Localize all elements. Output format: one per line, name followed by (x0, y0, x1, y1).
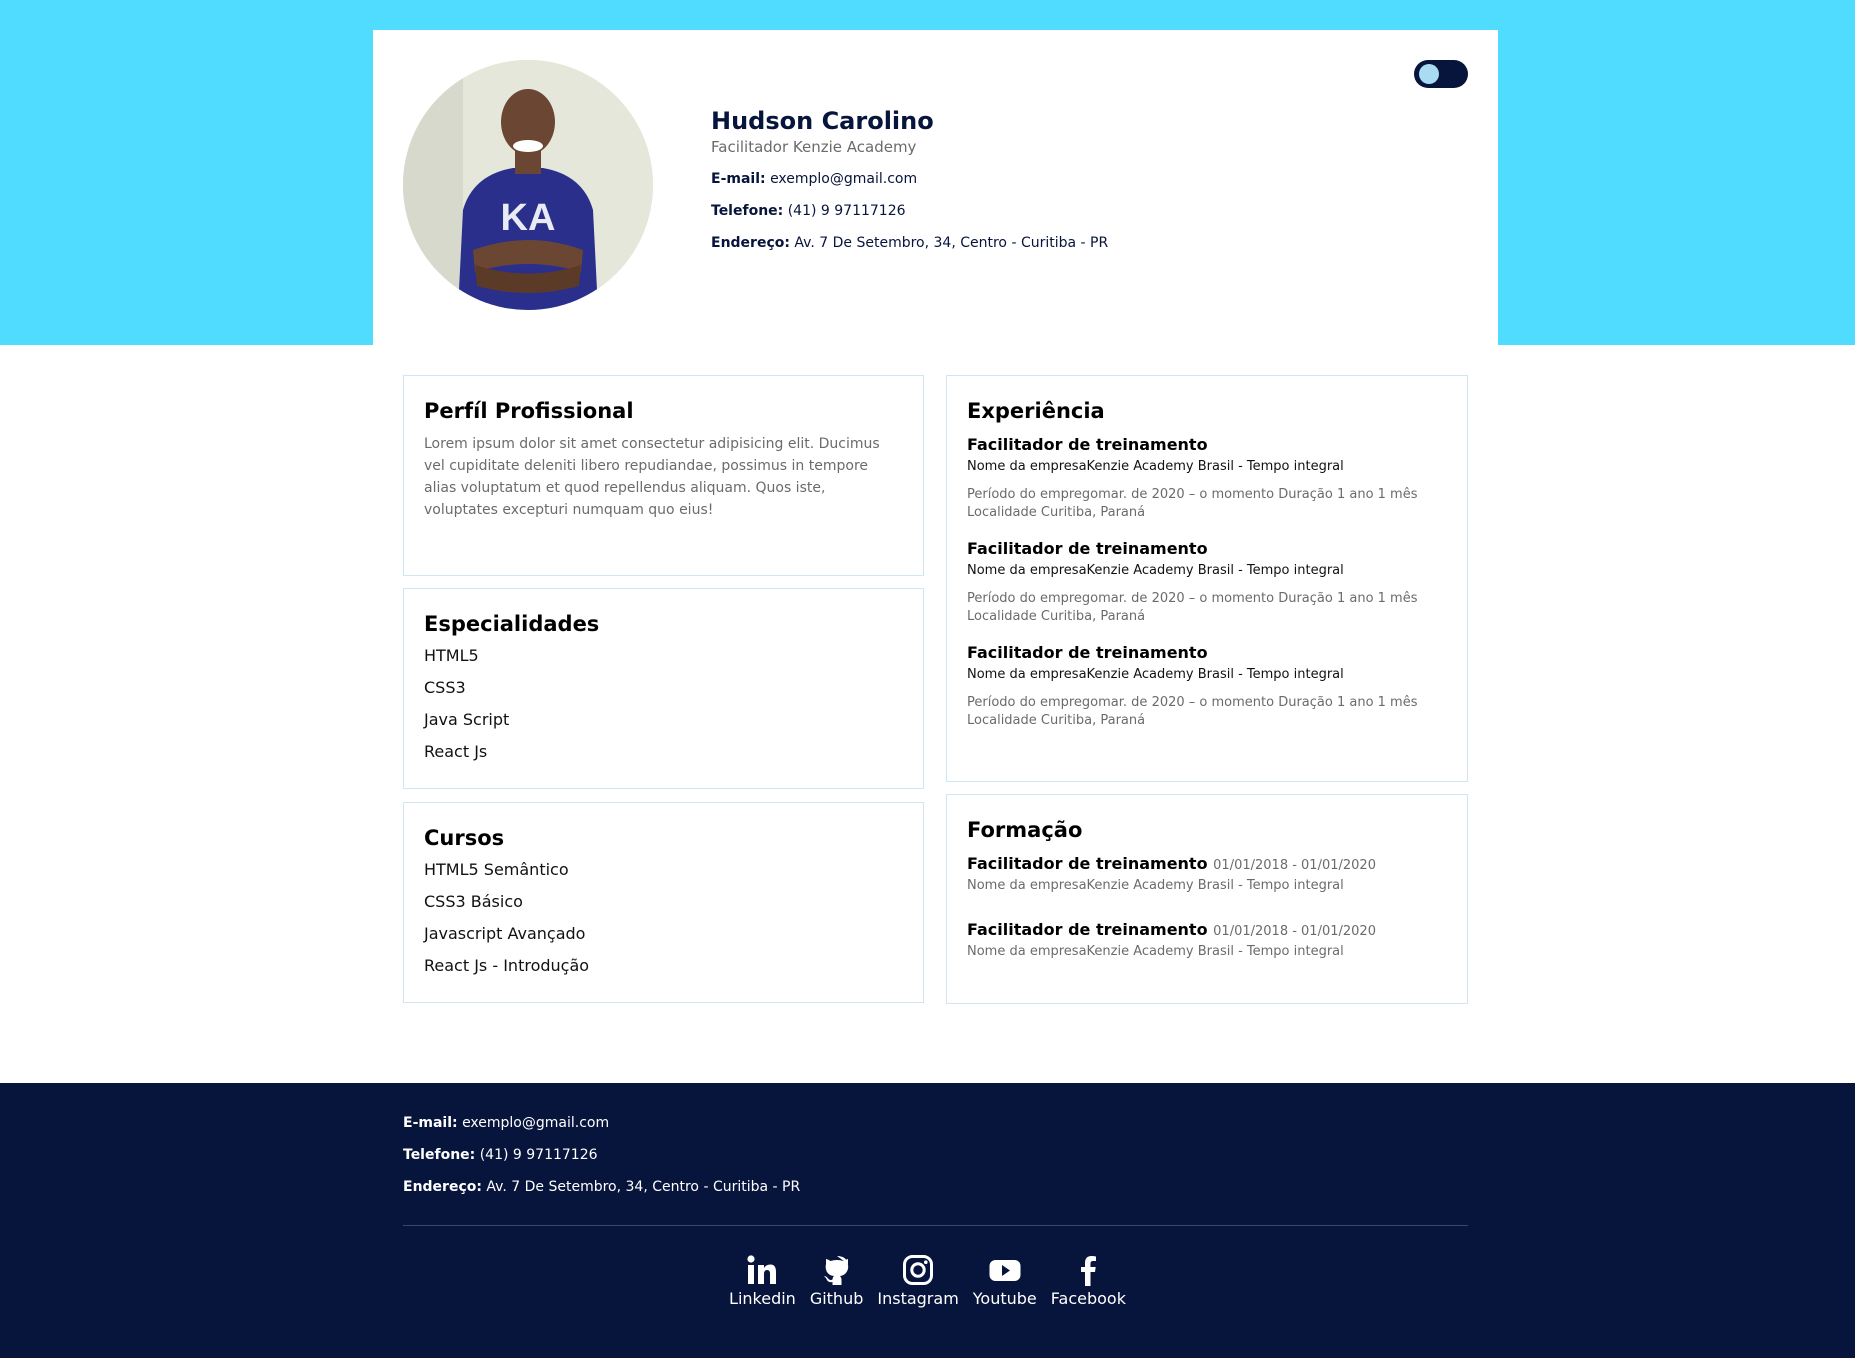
social-link-instagram[interactable]: Instagram (877, 1253, 959, 1309)
education-course: Facilitador de treinamento (967, 920, 1208, 939)
list-item: CSS3 (424, 678, 466, 697)
social-links: Linkedin Github Instagram Youtube Facebo… (0, 1253, 1855, 1309)
job-location: Localidade Curitiba, Paraná (967, 505, 1146, 520)
job-title: Facilitador de treinamento (967, 643, 1208, 662)
education-entry-title: Facilitador de treinamento 01/01/2018 - … (967, 919, 1447, 943)
footer-divider (403, 1225, 1468, 1226)
footer-address: Endereço: Av. 7 De Setembro, 34, Centro … (403, 1177, 800, 1197)
education-title: Formação (967, 818, 1083, 842)
footer-address-label: Endereço: (403, 1179, 482, 1195)
list-item: Javascript Avançado (424, 924, 586, 943)
education-entry-title: Facilitador de treinamento 01/01/2018 - … (967, 853, 1447, 877)
specialties-title: Especialidades (424, 612, 600, 636)
youtube-icon (989, 1260, 1021, 1281)
address-value: Av. 7 De Setembro, 34, Centro - Curitiba… (794, 235, 1109, 251)
footer-address-value: Av. 7 De Setembro, 34, Centro - Curitiba… (486, 1179, 801, 1195)
facebook-icon (1081, 1256, 1097, 1286)
job-entry: Facilitador de treinamento Nome da empre… (967, 434, 1447, 522)
page-footer: E-mail: exemplo@gmail.com Telefone: (41)… (0, 1083, 1855, 1358)
job-title: Facilitador de treinamento (967, 539, 1208, 558)
job-entry: Facilitador de treinamento Nome da empre… (967, 538, 1447, 626)
toggle-knob (1419, 64, 1439, 84)
job-company: Nome da empresaKenzie Academy Brasil - T… (967, 563, 1344, 578)
footer-email-label: E-mail: (403, 1115, 458, 1131)
footer-email-value: exemplo@gmail.com (462, 1115, 610, 1131)
social-link-github[interactable]: Github (809, 1253, 864, 1309)
instagram-icon (903, 1255, 934, 1285)
education-course: Facilitador de treinamento (967, 854, 1208, 873)
job-entry: Facilitador de treinamento Nome da empre… (967, 642, 1447, 730)
list-item: CSS3 Básico (424, 892, 523, 911)
profile-section-title: Perfíl Profissional (424, 399, 634, 423)
github-icon (823, 1256, 848, 1285)
experience-title: Experiência (967, 399, 1105, 423)
phone-value: (41) 9 97117126 (787, 203, 906, 219)
email-label: E-mail: (711, 171, 766, 187)
profile-photo: KA (403, 60, 653, 310)
job-location: Localidade Curitiba, Paraná (967, 713, 1146, 728)
job-period: Período do empregomar. de 2020 – o momen… (967, 591, 1418, 606)
footer-email: E-mail: exemplo@gmail.com (403, 1113, 800, 1133)
profile-info: Hudson Carolino Facilitador Kenzie Acade… (711, 105, 1108, 253)
social-label: Linkedin (729, 1289, 796, 1308)
footer-phone-value: (41) 9 97117126 (479, 1147, 598, 1163)
education-company: Nome da empresaKenzie Academy Brasil - T… (967, 878, 1344, 893)
social-link-facebook[interactable]: Facebook (1051, 1253, 1126, 1309)
education-card: Formação Facilitador de treinamento 01/0… (946, 794, 1468, 1004)
list-item: Java Script (424, 710, 510, 729)
profile-address: Endereço: Av. 7 De Setembro, 34, Centro … (711, 233, 1108, 253)
social-link-youtube[interactable]: Youtube (973, 1253, 1037, 1309)
job-period: Período do empregomar. de 2020 – o momen… (967, 487, 1418, 502)
job-title: Facilitador de treinamento (967, 435, 1208, 454)
specialties-card: Especialidades HTML5 CSS3 Java Script Re… (403, 588, 924, 789)
social-label: Instagram (877, 1289, 959, 1308)
shirt-logo: KA (501, 197, 556, 239)
footer-phone-label: Telefone: (403, 1147, 476, 1163)
job-location: Localidade Curitiba, Paraná (967, 609, 1146, 624)
education-date: 01/01/2018 - 01/01/2020 (1213, 858, 1376, 873)
social-label: Facebook (1050, 1289, 1126, 1308)
footer-contacts: E-mail: exemplo@gmail.com Telefone: (41)… (403, 1113, 800, 1209)
profile-role: Facilitador Kenzie Academy (711, 138, 917, 156)
profile-email: E-mail: exemplo@gmail.com (711, 169, 1108, 189)
education-company: Nome da empresaKenzie Academy Brasil - T… (967, 944, 1344, 959)
footer-phone: Telefone: (41) 9 97117126 (403, 1145, 800, 1165)
theme-toggle[interactable] (1414, 60, 1468, 88)
email-value: exemplo@gmail.com (770, 171, 918, 187)
address-label: Endereço: (711, 235, 790, 251)
list-item: HTML5 Semântico (424, 860, 569, 879)
courses-card: Cursos HTML5 Semântico CSS3 Básico Javas… (403, 802, 924, 1003)
experience-card: Experiência Facilitador de treinamento N… (946, 375, 1468, 782)
profile-name: Hudson Carolino (711, 107, 934, 135)
list-item: React Js - Introdução (424, 956, 590, 975)
list-item: HTML5 (424, 646, 479, 665)
job-company: Nome da empresaKenzie Academy Brasil - T… (967, 667, 1344, 682)
education-date: 01/01/2018 - 01/01/2020 (1213, 924, 1376, 939)
social-label: Github (809, 1289, 864, 1308)
job-period: Período do empregomar. de 2020 – o momen… (967, 695, 1418, 710)
profile-avatar: KA (403, 60, 653, 310)
list-item: React Js (424, 742, 488, 761)
phone-label: Telefone: (711, 203, 784, 219)
social-link-linkedin[interactable]: Linkedin (729, 1253, 796, 1309)
courses-title: Cursos (424, 826, 505, 850)
job-company: Nome da empresaKenzie Academy Brasil - T… (967, 459, 1344, 474)
profile-header-card: KA Hudson Carolino Facilitador Kenzie Ac… (373, 30, 1498, 346)
profile-section-text: Lorem ipsum dolor sit amet consectetur a… (424, 436, 880, 518)
courses-list: HTML5 Semântico CSS3 Básico Javascript A… (424, 859, 903, 976)
education-entry: Facilitador de treinamento 01/01/2018 - … (967, 919, 1447, 960)
profile-section-card: Perfíl Profissional Lorem ipsum dolor si… (403, 375, 924, 576)
profile-phone: Telefone: (41) 9 97117126 (711, 201, 1108, 221)
specialties-list: HTML5 CSS3 Java Script React Js (424, 645, 903, 762)
linkedin-icon (747, 1255, 777, 1284)
education-entry: Facilitador de treinamento 01/01/2018 - … (967, 853, 1447, 894)
social-label: Youtube (972, 1289, 1037, 1308)
